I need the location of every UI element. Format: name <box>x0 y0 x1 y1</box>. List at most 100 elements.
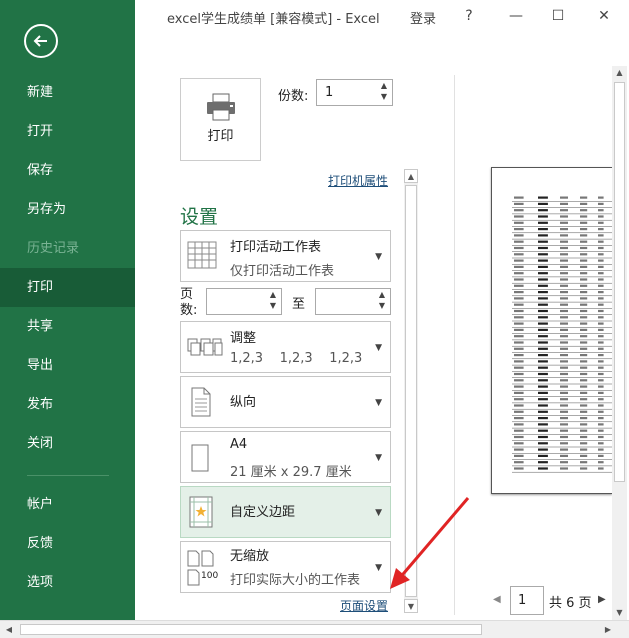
print-what-desc: 仅打印活动工作表 <box>230 264 335 279</box>
preview-cell <box>538 297 548 300</box>
page-number-value: 1 <box>518 593 527 608</box>
preview-cell <box>598 234 604 237</box>
minimize-button[interactable]: — <box>506 8 526 24</box>
help-button[interactable]: ? <box>459 8 479 24</box>
print-button[interactable]: 打印 <box>180 78 261 161</box>
page-setup-link[interactable]: 页面设置 <box>340 597 388 614</box>
nav-export[interactable]: 导出 <box>0 346 135 385</box>
scroll-left-icon[interactable]: ◀ <box>2 621 16 638</box>
maximize-button[interactable]: ☐ <box>548 8 568 24</box>
pages-to-stepper[interactable]: ▲ ▼ <box>315 288 391 315</box>
close-button[interactable]: ✕ <box>594 8 614 24</box>
preview-cell <box>598 259 604 262</box>
scroll-right-icon[interactable]: ▶ <box>601 621 615 638</box>
preview-cell <box>514 341 524 344</box>
scroll-down-icon[interactable]: ▼ <box>404 599 418 613</box>
nav-divider <box>27 475 109 476</box>
back-arrow-icon[interactable] <box>24 24 58 58</box>
preview-cell <box>580 404 588 407</box>
nav-save-as[interactable]: 另存为 <box>0 190 135 229</box>
horizontal-scroll-thumb[interactable] <box>20 624 482 635</box>
portrait-page-icon <box>191 387 211 417</box>
chevron-down-icon: ▼ <box>375 252 382 262</box>
collate-desc: 1,2,3 1,2,3 1,2,3 <box>230 351 363 366</box>
nav-close[interactable]: 关闭 <box>0 424 135 463</box>
preview-cell <box>560 322 568 325</box>
page-number-input[interactable]: 1 <box>510 586 544 615</box>
preview-cell <box>560 228 568 231</box>
preview-cell <box>514 442 524 445</box>
orientation-dropdown[interactable]: 纵向 ▼ <box>180 376 391 428</box>
preview-cell <box>580 297 588 300</box>
preview-cell <box>560 221 568 224</box>
preview-scroll-thumb[interactable] <box>614 82 625 482</box>
scroll-up-icon[interactable]: ▲ <box>404 169 418 183</box>
preview-cell <box>560 265 568 268</box>
preview-cell <box>580 372 588 376</box>
nav-print[interactable]: 打印 <box>0 268 135 307</box>
preview-cell <box>560 215 568 218</box>
pages-to-down-icon[interactable]: ▼ <box>376 301 388 313</box>
print-what-dropdown[interactable]: 打印活动工作表 仅打印活动工作表 ▼ <box>180 230 391 282</box>
scaling-dropdown[interactable]: 100 无缩放 打印实际大小的工作表 ▼ <box>180 541 391 593</box>
preview-cell <box>598 265 604 268</box>
nav-account[interactable]: 帐户 <box>0 485 135 524</box>
preview-cell <box>538 259 548 262</box>
preview-cell <box>538 448 548 451</box>
preview-cell <box>598 284 604 287</box>
collate-dropdown[interactable]: 调整 1,2,3 1,2,3 1,2,3 ▼ <box>180 321 391 373</box>
margins-dropdown[interactable]: 自定义边距 ▼ <box>180 486 391 538</box>
preview-cell <box>538 423 548 426</box>
print-preview-page <box>491 167 612 494</box>
preview-cell <box>514 221 524 224</box>
copies-stepper[interactable]: 1 ▲ ▼ <box>316 79 393 106</box>
preview-cell <box>580 398 588 401</box>
pages-to-label: 至 <box>292 297 306 312</box>
pages-from-down-icon[interactable]: ▼ <box>267 301 279 313</box>
preview-cell <box>598 328 604 331</box>
preview-cell <box>538 272 548 275</box>
login-link[interactable]: 登录 <box>410 8 436 27</box>
preview-cell <box>538 322 548 325</box>
nav-publish[interactable]: 发布 <box>0 385 135 424</box>
preview-cell <box>538 461 548 464</box>
preview-cell <box>560 328 568 331</box>
preview-cell <box>560 410 568 413</box>
preview-cell <box>538 240 548 243</box>
preview-cell <box>598 228 604 231</box>
next-page-icon[interactable]: ▶ <box>598 594 606 605</box>
prev-page-icon[interactable]: ◀ <box>493 594 501 605</box>
paper-size-desc: 21 厘米 x 29.7 厘米 <box>230 465 352 480</box>
preview-cell <box>538 253 548 256</box>
nav-new[interactable]: 新建 <box>0 73 135 112</box>
preview-cell <box>514 398 524 401</box>
preview-cell <box>598 278 604 281</box>
nav-options[interactable]: 选项 <box>0 563 135 602</box>
scroll-down-icon[interactable]: ▼ <box>612 606 627 620</box>
nav-feedback[interactable]: 反馈 <box>0 524 135 563</box>
preview-cell <box>560 435 568 439</box>
copies-down-icon[interactable]: ▼ <box>378 92 390 104</box>
collate-title: 调整 <box>230 331 257 346</box>
chevron-down-icon: ▼ <box>375 453 382 463</box>
preview-cell <box>538 435 548 439</box>
preview-cell <box>598 423 604 426</box>
window-title: excel学生成绩单 [兼容模式] - Excel <box>167 12 380 27</box>
scroll-up-icon[interactable]: ▲ <box>612 66 627 80</box>
paper-icon <box>191 444 209 472</box>
paper-size-dropdown[interactable]: A4 21 厘米 x 29.7 厘米 ▼ <box>180 431 391 483</box>
pages-from-stepper[interactable]: ▲ ▼ <box>206 288 282 315</box>
preview-cell <box>560 461 568 464</box>
nav-save[interactable]: 保存 <box>0 151 135 190</box>
preview-cell <box>514 454 524 457</box>
nav-open[interactable]: 打开 <box>0 112 135 151</box>
pages-label: 页数: <box>180 287 198 318</box>
preview-cell <box>560 341 568 344</box>
printer-properties-link[interactable]: 打印机属性 <box>328 172 388 189</box>
nav-share[interactable]: 共享 <box>0 307 135 346</box>
print-button-label: 打印 <box>207 129 234 144</box>
scaling-icon-number: 100 <box>201 571 219 581</box>
preview-scrollbar[interactable]: ▲ ▼ <box>612 66 627 620</box>
preview-cell <box>514 303 524 306</box>
horizontal-scrollbar[interactable]: ◀ ▶ <box>0 620 629 638</box>
